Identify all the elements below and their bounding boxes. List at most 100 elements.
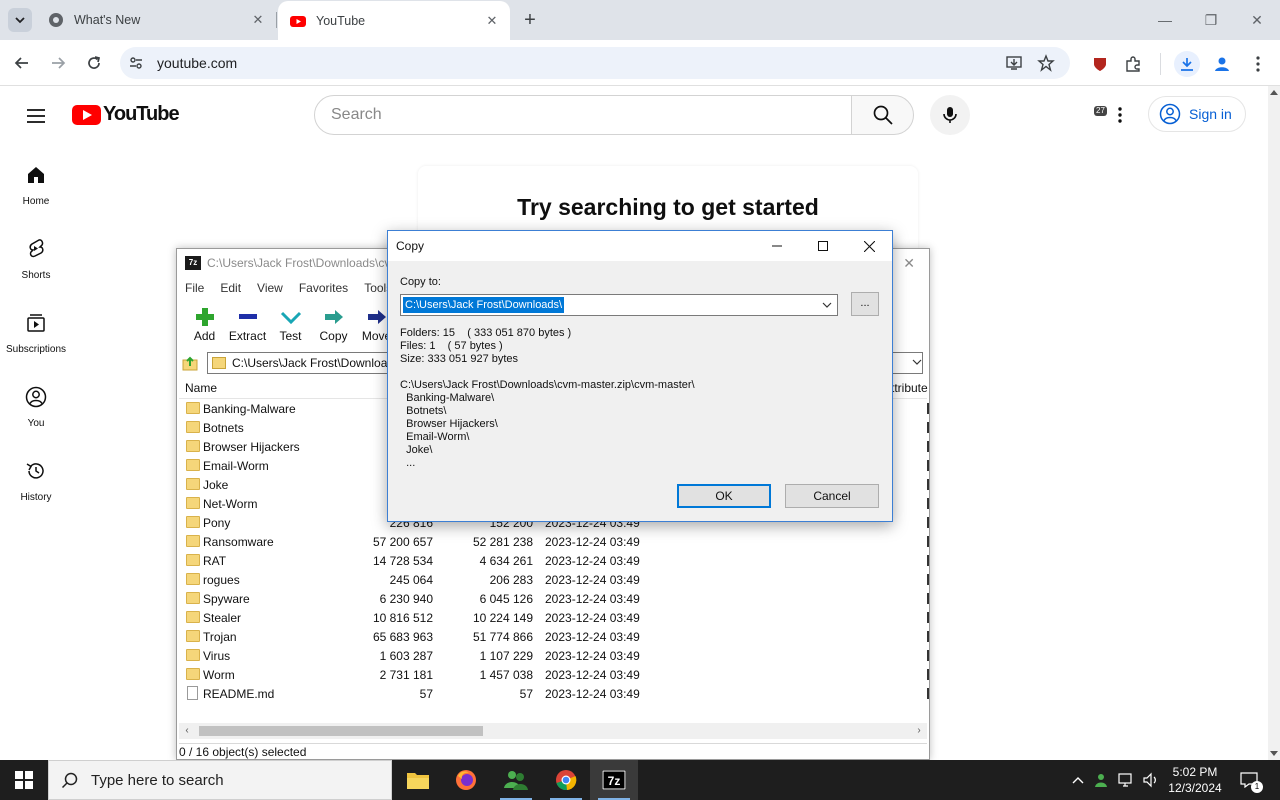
file-explorer-button[interactable] <box>394 760 442 800</box>
scroll-up-arrow-icon[interactable] <box>1270 90 1278 95</box>
menu-edit[interactable]: Edit <box>220 281 241 295</box>
windows-taskbar: Type here to search 7z 5:02 PM 12/3/2024… <box>0 760 1280 800</box>
close-tab-icon[interactable]: ✕ <box>484 13 500 29</box>
table-row[interactable]: Virus 1 603 287 1 107 229 2023-12-24 03:49 <box>179 646 929 665</box>
install-app-icon[interactable] <box>1004 53 1024 73</box>
search-input[interactable] <box>331 106 831 124</box>
profile-avatar-icon[interactable] <box>1210 52 1234 76</box>
forward-button[interactable] <box>45 50 71 76</box>
table-row[interactable]: Spyware 6 230 940 6 045 126 2023-12-24 03:4… <box>179 589 929 608</box>
attribute-mark <box>927 631 929 642</box>
sidebar-item-subscriptions[interactable]: Subscriptions <box>0 311 72 355</box>
destination-combobox[interactable]: C:\Users\Jack Frost\Downloads\ <box>400 294 838 316</box>
show-hidden-icons-button[interactable] <box>1068 760 1088 800</box>
scroll-left-arrow-icon[interactable]: ‹ <box>179 723 195 739</box>
restore-button[interactable]: ❐ <box>1188 8 1234 32</box>
firefox-button[interactable] <box>442 760 490 800</box>
hamburger-menu-icon[interactable] <box>24 104 48 128</box>
path-text: C:\Users\Jack Frost\Downloa <box>232 356 388 370</box>
voice-search-button[interactable] <box>930 95 970 135</box>
modified-date: 2023-12-24 03:49 <box>545 572 640 587</box>
youtube-search-box[interactable] <box>314 95 852 135</box>
sidebar-item-history[interactable]: History <box>0 459 72 503</box>
home-icon <box>28 167 44 183</box>
tab-youtube[interactable]: YouTube ✕ <box>278 1 510 40</box>
file-explorer-icon <box>407 773 429 789</box>
7zip-button[interactable]: 7z <box>590 760 638 800</box>
table-row[interactable]: Ransomware 57 200 657 52 281 238 2023-12-24… <box>179 532 929 551</box>
extensions-puzzle-icon[interactable] <box>1121 52 1145 76</box>
start-button[interactable] <box>0 760 48 800</box>
folder-icon <box>186 592 200 604</box>
file-size: 57 200 657 <box>372 534 433 549</box>
horizontal-scrollbar[interactable]: ‹ › <box>179 723 927 739</box>
folder-up-button[interactable] <box>179 352 201 374</box>
table-row[interactable]: rogues 245 064 206 283 2023-12-24 03:49 <box>179 570 929 589</box>
volume-icon[interactable] <box>1140 760 1162 800</box>
bookmark-star-icon[interactable] <box>1036 53 1056 73</box>
column-attributes[interactable]: ttribute <box>891 381 931 395</box>
destination-value[interactable]: C:\Users\Jack Frost\Downloads\ <box>403 297 565 313</box>
site-settings-icon[interactable] <box>126 53 146 73</box>
close-icon[interactable]: ✕ <box>903 255 915 272</box>
chrome-menu-icon[interactable] <box>1246 52 1270 76</box>
address-bar[interactable]: youtube.com <box>120 47 1070 79</box>
sign-in-button[interactable]: Sign in <box>1148 96 1246 132</box>
page-scrollbar[interactable] <box>1268 86 1280 760</box>
system-clock[interactable]: 5:02 PM 12/3/2024 <box>1160 764 1230 796</box>
chrome-button[interactable] <box>542 760 590 800</box>
cancel-button[interactable]: Cancel <box>785 484 879 508</box>
close-tab-icon[interactable]: ✕ <box>250 12 266 28</box>
menu-view[interactable]: View <box>257 281 283 295</box>
taskbar-search-box[interactable]: Type here to search <box>48 760 392 800</box>
minimize-button[interactable]: — <box>1142 8 1188 32</box>
ok-button[interactable]: OK <box>677 484 771 508</box>
folder-icon <box>186 630 200 642</box>
test-button[interactable]: Test <box>269 299 312 347</box>
scroll-down-arrow-icon[interactable] <box>1270 751 1278 756</box>
table-row[interactable]: RAT 14 728 534 4 634 261 2023-12-24 03:49 <box>179 551 929 570</box>
search-button[interactable] <box>851 95 914 135</box>
back-button[interactable] <box>9 50 35 76</box>
downloads-button[interactable] <box>1174 51 1200 77</box>
people-app-button[interactable] <box>492 760 540 800</box>
menu-file[interactable]: File <box>185 281 204 295</box>
extract-button[interactable]: Extract <box>226 299 269 347</box>
sidebar-item-shorts[interactable]: Shorts <box>0 237 72 281</box>
sidebar-item-home[interactable]: Home <box>0 163 72 207</box>
add-button[interactable]: Add <box>183 299 226 347</box>
path-dropdown-icon[interactable] <box>907 351 927 373</box>
maximize-icon[interactable] <box>808 235 838 257</box>
table-row[interactable]: Stealer 10 816 512 10 224 149 2023-12-24 03… <box>179 608 929 627</box>
close-window-button[interactable]: ✕ <box>1234 8 1280 32</box>
clock-time: 5:02 PM <box>1172 765 1218 779</box>
sidebar-item-you[interactable]: You <box>0 385 72 429</box>
minus-icon <box>238 314 257 319</box>
column-name[interactable]: Name <box>179 381 339 395</box>
copy-button[interactable]: Copy <box>312 299 355 347</box>
tab-whats-new[interactable]: What's New ✕ <box>36 0 276 40</box>
youtube-logo[interactable]: YouTube <box>72 103 180 126</box>
table-row[interactable]: README.md 57 57 2023-12-24 03:49 <box>179 684 929 703</box>
attribute-mark <box>927 422 929 433</box>
chevron-down-icon[interactable] <box>819 297 835 313</box>
modified-date: 2023-12-24 03:49 <box>545 534 640 549</box>
browse-button[interactable]: ... <box>851 292 879 316</box>
new-tab-button[interactable]: + <box>518 10 542 32</box>
tray-people-icon[interactable] <box>1092 760 1114 800</box>
menu-favorites[interactable]: Favorites <box>299 281 348 295</box>
close-icon[interactable] <box>854 235 884 257</box>
scroll-right-arrow-icon[interactable]: › <box>911 723 927 739</box>
scrollbar-thumb[interactable] <box>199 726 483 736</box>
minimize-icon[interactable] <box>762 235 792 257</box>
browser-toolbar: youtube.com 27 <box>0 40 1280 116</box>
network-icon[interactable] <box>1116 760 1138 800</box>
table-row[interactable]: Trojan 65 683 963 51 774 866 2023-12-24 03:… <box>179 627 929 646</box>
settings-menu-icon[interactable] <box>1108 103 1132 127</box>
reload-button[interactable] <box>81 50 107 76</box>
extension-icon[interactable] <box>1088 52 1112 76</box>
tab-search-button[interactable] <box>8 8 32 32</box>
notification-center-button[interactable]: 1 <box>1234 760 1264 800</box>
table-row[interactable]: Worm 2 731 181 1 457 038 2023-12-24 03:49 <box>179 665 929 684</box>
file-size: 6 230 940 <box>379 591 433 606</box>
